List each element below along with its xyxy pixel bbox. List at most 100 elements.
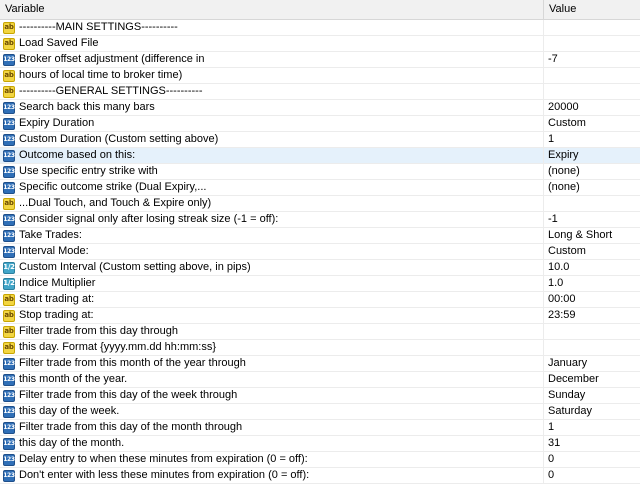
table-row[interactable]: 123 Take Trades: Long & Short (0, 228, 640, 244)
variable-cell[interactable]: 123 Filter trade from this day of the wee… (0, 388, 544, 403)
table-row[interactable]: ab Stop trading at: 23:59 (0, 308, 640, 324)
table-row[interactable]: 123 Don't enter with less these minutes f… (0, 468, 640, 484)
value-cell[interactable]: 0 (544, 452, 640, 467)
variable-cell[interactable]: 123 Custom Duration (Custom setting above… (0, 132, 544, 147)
variable-label: Expiry Duration (19, 117, 95, 129)
variable-cell[interactable]: ab Start trading at: (0, 292, 544, 307)
variable-cell[interactable]: ab ----------GENERAL SETTINGS---------- (0, 84, 544, 99)
variable-cell[interactable]: 123 this day of the month. (0, 436, 544, 451)
string-type-icon: ab (3, 309, 15, 322)
value-cell[interactable]: January (544, 356, 640, 371)
table-row[interactable]: ab Load Saved File (0, 36, 640, 52)
value-cell[interactable] (544, 20, 640, 35)
value-cell[interactable]: 1 (544, 420, 640, 435)
string-type-icon: ab (3, 293, 15, 306)
table-row[interactable]: 123 this day of the week. Saturday (0, 404, 640, 420)
variable-column-header[interactable]: Variable (0, 0, 544, 19)
variable-cell[interactable]: 123 Take Trades: (0, 228, 544, 243)
integer-type-icon: 123 (3, 133, 15, 146)
value-cell[interactable] (544, 196, 640, 211)
table-row[interactable]: 123 Interval Mode: Custom (0, 244, 640, 260)
variable-cell[interactable]: 123 Use specific entry strike with (0, 164, 544, 179)
table-row[interactable]: 123 Filter trade from this day of the wee… (0, 388, 640, 404)
table-row[interactable]: 1/2 Indice Multiplier 1.0 (0, 276, 640, 292)
variable-label: ----------GENERAL SETTINGS---------- (19, 85, 203, 97)
table-row[interactable]: 123 Use specific entry strike with (none) (0, 164, 640, 180)
value-cell[interactable]: -7 (544, 52, 640, 67)
variable-cell[interactable]: 123 this day of the week. (0, 404, 544, 419)
variable-cell[interactable]: 123 Outcome based on this: (0, 148, 544, 163)
variable-cell[interactable]: 123 Consider signal only after losing str… (0, 212, 544, 227)
variable-cell[interactable]: ab ...Dual Touch, and Touch & Expire only… (0, 196, 544, 211)
table-row[interactable]: 123 Search back this many bars 20000 (0, 100, 640, 116)
variable-cell[interactable]: 1/2 Indice Multiplier (0, 276, 544, 291)
variable-cell[interactable]: 123 Broker offset adjustment (difference … (0, 52, 544, 67)
value-cell[interactable]: 00:00 (544, 292, 640, 307)
variable-cell[interactable]: ab ----------MAIN SETTINGS---------- (0, 20, 544, 35)
variable-label: Take Trades: (19, 229, 82, 241)
variable-cell[interactable]: ab Load Saved File (0, 36, 544, 51)
variable-label: Search back this many bars (19, 101, 155, 113)
variable-cell[interactable]: ab Stop trading at: (0, 308, 544, 323)
variable-cell[interactable]: 123 Interval Mode: (0, 244, 544, 259)
double-type-icon: 1/2 (3, 261, 15, 274)
value-cell[interactable]: 10.0 (544, 260, 640, 275)
table-row[interactable]: 123 Expiry Duration Custom (0, 116, 640, 132)
table-row[interactable]: ab this day. Format {yyyy.mm.dd hh:mm:ss} (0, 340, 640, 356)
table-row[interactable]: 123 this day of the month. 31 (0, 436, 640, 452)
value-cell[interactable]: Long & Short (544, 228, 640, 243)
table-row[interactable]: 123 Broker offset adjustment (difference … (0, 52, 640, 68)
string-type-icon: ab (3, 37, 15, 50)
table-row[interactable]: ab Filter trade from this day through (0, 324, 640, 340)
value-cell[interactable]: (none) (544, 180, 640, 195)
table-row[interactable]: 123 Filter trade from this month of the y… (0, 356, 640, 372)
table-row[interactable]: ab Start trading at: 00:00 (0, 292, 640, 308)
table-row[interactable]: 123 Custom Duration (Custom setting above… (0, 132, 640, 148)
table-row[interactable]: 123 Consider signal only after losing str… (0, 212, 640, 228)
value-cell[interactable]: 1.0 (544, 276, 640, 291)
value-cell[interactable] (544, 36, 640, 51)
variable-cell[interactable]: 123 Search back this many bars (0, 100, 544, 115)
integer-type-icon: 123 (3, 53, 15, 66)
variable-label: Stop trading at: (19, 309, 94, 321)
table-row[interactable]: ab ----------GENERAL SETTINGS---------- (0, 84, 640, 100)
variable-cell[interactable]: ab this day. Format {yyyy.mm.dd hh:mm:ss} (0, 340, 544, 355)
table-row[interactable]: ab hours of local time to broker time) (0, 68, 640, 84)
variable-cell[interactable]: 123 this month of the year. (0, 372, 544, 387)
value-cell[interactable] (544, 68, 640, 83)
table-row[interactable]: 123 Delay entry to when these minutes fro… (0, 452, 640, 468)
table-row[interactable]: 123 this month of the year. December (0, 372, 640, 388)
value-cell[interactable]: 0 (544, 468, 640, 483)
value-cell[interactable] (544, 84, 640, 99)
variable-cell[interactable]: 123 Expiry Duration (0, 116, 544, 131)
value-cell[interactable]: Custom (544, 116, 640, 131)
variable-cell[interactable]: 123 Specific outcome strike (Dual Expiry,… (0, 180, 544, 195)
table-row[interactable]: ab ...Dual Touch, and Touch & Expire only… (0, 196, 640, 212)
value-column-header[interactable]: Value (544, 0, 640, 19)
value-cell[interactable] (544, 340, 640, 355)
value-cell[interactable]: 31 (544, 436, 640, 451)
value-cell[interactable] (544, 324, 640, 339)
value-cell[interactable]: Sunday (544, 388, 640, 403)
table-row[interactable]: 123 Specific outcome strike (Dual Expiry,… (0, 180, 640, 196)
table-row[interactable]: ab ----------MAIN SETTINGS---------- (0, 20, 640, 36)
value-cell[interactable]: December (544, 372, 640, 387)
value-cell[interactable]: Custom (544, 244, 640, 259)
value-cell[interactable]: 1 (544, 132, 640, 147)
value-cell[interactable]: Saturday (544, 404, 640, 419)
variable-cell[interactable]: 123 Delay entry to when these minutes fro… (0, 452, 544, 467)
value-cell[interactable]: 23:59 (544, 308, 640, 323)
value-cell[interactable]: (none) (544, 164, 640, 179)
variable-cell[interactable]: 123 Filter trade from this month of the y… (0, 356, 544, 371)
value-cell[interactable]: 20000 (544, 100, 640, 115)
variable-cell[interactable]: ab Filter trade from this day through (0, 324, 544, 339)
variable-cell[interactable]: 123 Don't enter with less these minutes f… (0, 468, 544, 483)
table-row[interactable]: 123 Outcome based on this: Expiry (0, 148, 640, 164)
value-cell[interactable]: Expiry (544, 148, 640, 163)
value-cell[interactable]: -1 (544, 212, 640, 227)
variable-cell[interactable]: 123 Filter trade from this day of the mon… (0, 420, 544, 435)
table-row[interactable]: 123 Filter trade from this day of the mon… (0, 420, 640, 436)
variable-cell[interactable]: ab hours of local time to broker time) (0, 68, 544, 83)
variable-cell[interactable]: 1/2 Custom Interval (Custom setting above… (0, 260, 544, 275)
table-row[interactable]: 1/2 Custom Interval (Custom setting above… (0, 260, 640, 276)
